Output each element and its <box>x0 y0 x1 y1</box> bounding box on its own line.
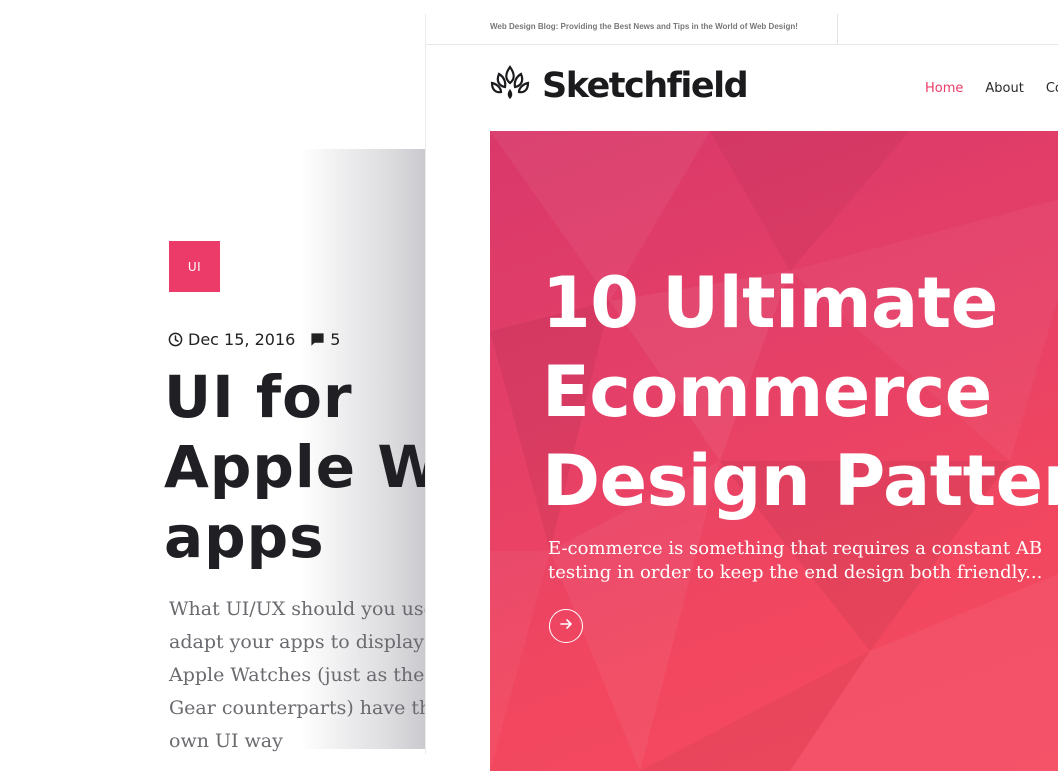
hero-title-line: Ecommerce <box>542 351 992 433</box>
post-meta: Dec 15, 2016 5 <box>168 329 340 349</box>
arrow-right-icon <box>559 617 573 636</box>
post-title-line: UI for <box>164 363 353 431</box>
lotus-logo-icon <box>490 65 530 106</box>
front-page: Web Design Blog: Providing the Best News… <box>426 14 1058 771</box>
comment-icon[interactable] <box>310 332 325 347</box>
top-bar: Web Design Blog: Providing the Best News… <box>426 14 1058 45</box>
hero-excerpt: E-commerce is something that requires a … <box>548 538 1043 583</box>
post-excerpt: What UI/UX should you use to adapt your … <box>169 598 461 752</box>
post-date: Dec 15, 2016 <box>188 329 296 349</box>
hero-title[interactable]: 10 Ultimate Ecommerce Design Patterns <box>542 259 1058 526</box>
site-header: Sketchfield Home About Contact <box>426 45 1058 130</box>
nav-item-contact[interactable]: Contact <box>1046 81 1058 96</box>
logo-text: Sketchfield <box>542 65 749 106</box>
nav-item-home[interactable]: Home <box>925 81 963 96</box>
site-logo[interactable]: Sketchfield <box>490 65 749 106</box>
site-tagline: Web Design Blog: Providing the Best News… <box>490 22 798 31</box>
main-nav: Home About Contact <box>925 81 1058 96</box>
top-bar-divider <box>837 14 838 44</box>
read-more-button[interactable] <box>549 609 583 643</box>
post-title-line: apps <box>164 503 325 571</box>
hero-title-line: Design Patterns <box>542 440 1058 522</box>
hero-title-line: 10 Ultimate <box>542 262 998 344</box>
comment-count[interactable]: 5 <box>330 330 340 349</box>
clock-icon <box>168 332 183 347</box>
hero-post[interactable]: 10 Ultimate Ecommerce Design Patterns E-… <box>490 131 1058 771</box>
nav-item-about[interactable]: About <box>985 81 1023 96</box>
category-badge[interactable]: UI <box>169 241 220 292</box>
